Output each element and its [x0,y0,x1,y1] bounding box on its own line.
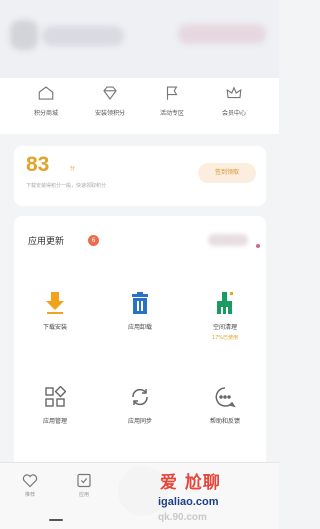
crown-icon [226,86,242,99]
quick-action-label: 会员中心 [221,110,246,117]
username-blurred [42,26,124,46]
blurred-link[interactable] [208,234,248,246]
quick-action-label: 活动专区 [159,110,184,117]
nav-tab-apps[interactable]: 应用 [64,473,104,498]
app-updates-title[interactable]: 应用更新 [28,234,64,247]
tile-app-management[interactable]: 应用管理 [20,386,90,425]
indicator-dot [256,244,260,248]
quick-action-label: 积分商城 [33,110,58,117]
tile-help-feedback[interactable]: 帮助和反馈 [190,386,260,425]
tile-label: 应用同步 [127,418,152,425]
watermark-url: igaliao.com [158,496,219,508]
check-box-icon [77,473,91,488]
chat-icon [215,387,236,408]
tile-app-sync[interactable]: 应用同步 [105,386,175,425]
points-card: 83 分 下载安装得积分一般，快速领取积分 签到领取 [14,146,266,206]
tile-label: 应用卸载 [127,324,152,331]
flag-icon [166,86,178,100]
app-tools-card: 应用更新 6 下载安装 应用卸载 空间清理 17%已使用 应用管理 应用同步 帮… [14,216,266,468]
quick-action-install-points[interactable]: 安装领积分 [80,84,140,130]
tile-label: 应用管理 [42,418,67,425]
tile-label: 下载安装 [42,324,67,331]
quick-action-label: 安装领积分 [94,110,125,117]
home-indicator [49,519,63,521]
claim-points-button[interactable]: 签到领取 [198,163,256,183]
points-value: 83 [26,153,50,176]
tile-download-install[interactable]: 下载安装 [20,292,90,331]
points-description: 下载安装得积分一般，快速领取积分 [26,183,107,189]
nav-label: 推荐 [24,492,35,498]
quick-action-member-center[interactable]: 会员中心 [204,84,264,130]
heart-icon [22,474,38,488]
update-count-badge: 6 [88,235,99,246]
diamond-icon [103,86,117,100]
header-action-blurred[interactable] [178,24,266,44]
quick-action-points-mall[interactable]: 积分商城 [16,84,76,130]
nav-label: 应用 [78,492,89,498]
watermark: 爱 尬聊 igaliao.com qk.90.com [118,462,279,529]
watermark-text: 爱 尬聊 [160,473,221,493]
points-unit: 分 [70,166,76,172]
storage-usage-text: 17%已使用 [211,335,239,341]
tile-label: 帮助和反馈 [209,418,240,425]
sync-icon [132,388,148,406]
avatar[interactable] [10,20,38,50]
broom-icon [217,292,233,314]
watermark-url-secondary: qk.90.com [158,512,207,523]
nav-tab-recommend[interactable]: 推荐 [10,473,50,498]
quick-action-events[interactable]: 活动专区 [142,84,202,130]
home-icon [38,86,54,100]
tile-storage-cleanup[interactable]: 空间清理 17%已使用 [190,292,260,341]
quick-actions-bar: 积分商城 安装领积分 活动专区 会员中心 [0,78,279,134]
tile-label: 空间清理 [212,324,237,331]
download-icon [46,292,64,314]
trash-icon [132,292,148,314]
grid-icon [45,386,66,407]
tile-uninstall[interactable]: 应用卸载 [105,292,175,331]
header [0,0,279,78]
